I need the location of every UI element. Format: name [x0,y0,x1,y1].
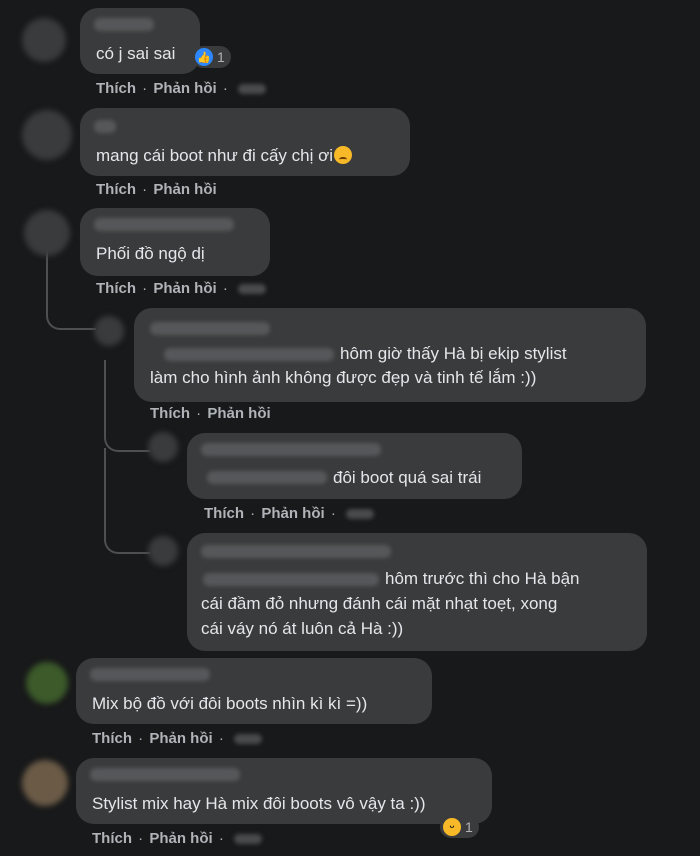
reply-link[interactable]: Phản hồi [153,80,216,97]
comment-actions: Thích · Phản hồi · [92,730,263,747]
timestamp[interactable] [234,834,263,845]
comment-bubble: Phối đồ ngộ dị [80,208,270,276]
comment-text: mang cái boot như đi cấy chị ơi [96,144,353,168]
comment-actions: Thích · Phản hồi [150,405,271,422]
comment-text: cái đầm đỏ nhưng đánh cái mặt nhạt toẹt,… [201,594,558,613]
sad-face-emoji [334,146,353,164]
separator: · [138,730,144,747]
author-name[interactable] [150,322,270,335]
comment-bubble: Mix bộ đồ với đôi boots nhìn kì kì =)) [76,658,432,724]
comment-actions: Thích · Phản hồi · [96,80,267,97]
comment-text: đôi boot quá sai trái [333,468,482,487]
reply-blurred-prefix [203,573,379,586]
like-link[interactable]: Thích [96,80,136,97]
separator: · [138,830,144,847]
timestamp[interactable] [238,284,267,295]
reply-bubble: đôi boot quá sai trái [187,433,522,499]
reply-link[interactable]: Phản hồi [261,505,324,522]
haha-icon: ᵕ [443,818,461,836]
reply-bubble: hôm trước thì cho Hà bận cái đầm đỏ nhưn… [187,533,647,651]
comment-text: làm cho hình ảnh không được đẹp và tinh … [150,368,537,387]
author-name[interactable] [201,545,391,558]
separator: · [218,730,224,747]
comment-actions: Thích · Phản hồi [96,181,217,198]
comment-text: Stylist mix hay Hà mix đôi boots vô vậy … [92,794,426,813]
reaction-number: 1 [217,49,225,65]
reply-bubble: hôm giờ thấy Hà bị ekip stylist làm cho … [134,308,646,402]
reply-link[interactable]: Phản hồi [149,830,212,847]
separator: · [222,80,228,97]
separator: · [330,505,336,522]
comment-actions: Thích · Phản hồi · [204,505,375,522]
comment-actions: Thích · Phản hồi · [92,830,263,847]
comment-text: Phối đồ ngộ dị [96,244,205,263]
separator: · [222,280,228,297]
author-name[interactable] [90,768,240,781]
author-name[interactable] [90,668,210,681]
reply-link[interactable]: Phản hồi [153,181,216,198]
reply-link[interactable]: Phản hồi [207,405,270,422]
separator: · [142,280,148,297]
like-icon: 👍 [195,48,213,66]
comment-text: cái váy nó át luôn cả Hà :)) [201,619,404,638]
comment-text: Mix bộ đồ với đôi boots nhìn kì kì =)) [92,694,368,713]
avatar[interactable] [94,316,124,346]
comment-actions: Thích · Phản hồi · [96,280,267,297]
reply-link[interactable]: Phản hồi [149,730,212,747]
timestamp[interactable] [346,509,375,520]
like-link[interactable]: Thích [150,405,190,422]
author-name[interactable] [201,443,381,456]
avatar[interactable] [148,432,178,462]
comment-bubble: mang cái boot như đi cấy chị ơi [80,108,410,176]
comment-bubble: có j sai sai [80,8,200,74]
separator: · [142,80,148,97]
avatar[interactable] [26,662,68,704]
reply-blurred-prefix [164,348,334,361]
avatar[interactable] [22,18,66,62]
separator: · [218,830,224,847]
thread-line [104,448,150,554]
comment-bubble: Stylist mix hay Hà mix đôi boots vô vậy … [76,758,492,824]
author-name[interactable] [94,120,116,133]
avatar[interactable] [24,210,70,256]
like-link[interactable]: Thích [96,280,136,297]
comment-text: hôm trước thì cho Hà bận [385,569,580,588]
separator: · [142,181,148,198]
timestamp[interactable] [238,84,267,95]
reply-link[interactable]: Phản hồi [153,280,216,297]
like-link[interactable]: Thích [96,181,136,198]
like-link[interactable]: Thích [92,730,132,747]
separator: · [196,405,202,422]
avatar[interactable] [148,536,178,566]
separator: · [250,505,256,522]
reaction-count[interactable]: ᵕ 1 [440,816,479,838]
like-link[interactable]: Thích [92,830,132,847]
reply-blurred-prefix [207,471,327,484]
timestamp[interactable] [234,734,263,745]
avatar[interactable] [22,760,68,806]
reaction-count[interactable]: 👍 1 [192,46,231,68]
avatar[interactable] [22,110,72,160]
like-link[interactable]: Thích [204,505,244,522]
author-name[interactable] [94,218,234,231]
comment-text: có j sai sai [96,44,176,63]
author-name[interactable] [94,18,154,31]
comment-text: hôm giờ thấy Hà bị ekip stylist [340,344,567,363]
reaction-number: 1 [465,819,473,835]
